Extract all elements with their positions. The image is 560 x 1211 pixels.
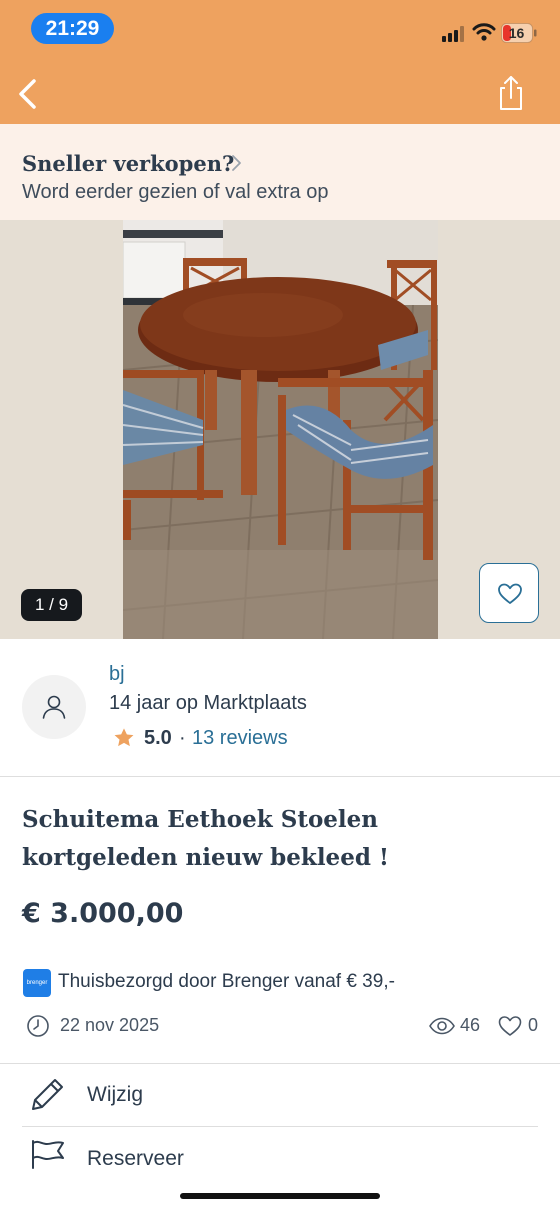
reserve-button[interactable]: Reserveer [0,1127,560,1189]
seller-rating: 5.0 [144,727,172,749]
favorite-count: 0 [528,1015,539,1035]
cellular-signal-icon [442,26,464,42]
star-icon [114,728,134,747]
delivery-info[interactable]: Thuisbezorgd door Brenger vanaf € 39,- [58,971,395,993]
share-button[interactable] [496,74,526,112]
seller-name[interactable]: bj [109,663,125,686]
status-time: 21:29 [31,13,114,44]
promo-subtitle: Word eerder gezien of val extra op [22,181,329,203]
listing-title: Schuitema Eethoek Stoelen kortgeleden ni… [22,806,390,871]
home-indicator[interactable] [180,1193,380,1199]
divider [0,776,560,777]
listing-price: € 3.000,00 [22,898,184,929]
rating-separator: · [179,727,186,749]
reviews-link[interactable]: 13 reviews [192,727,288,750]
listing-photo[interactable] [123,220,438,639]
back-button[interactable] [12,76,42,112]
edit-button[interactable]: Wijzig [0,1064,560,1126]
eye-icon [429,1017,455,1035]
heart-icon [498,583,522,604]
seller-avatar[interactable] [22,675,86,739]
listing-date: 22 nov 2025 [60,1015,160,1035]
photo-counter: 1 / 9 [21,589,82,621]
brenger-logo: brenger [23,969,51,997]
chevron-right-icon [232,155,241,171]
reserve-label: Reserveer [87,1147,184,1170]
clock-icon [27,1015,49,1037]
wifi-icon [472,23,496,41]
promo-title: Sneller verkopen? [22,151,235,176]
user-icon [42,695,66,719]
favorite-button[interactable] [479,563,539,623]
heart-icon [498,1016,522,1036]
edit-label: Wijzig [87,1083,143,1106]
seller-membership: 14 jaar op Marktplaats [109,692,307,714]
pencil-icon [32,1079,63,1110]
flag-icon [32,1140,64,1169]
battery-level: 16 [508,25,525,41]
view-count: 46 [460,1015,481,1035]
